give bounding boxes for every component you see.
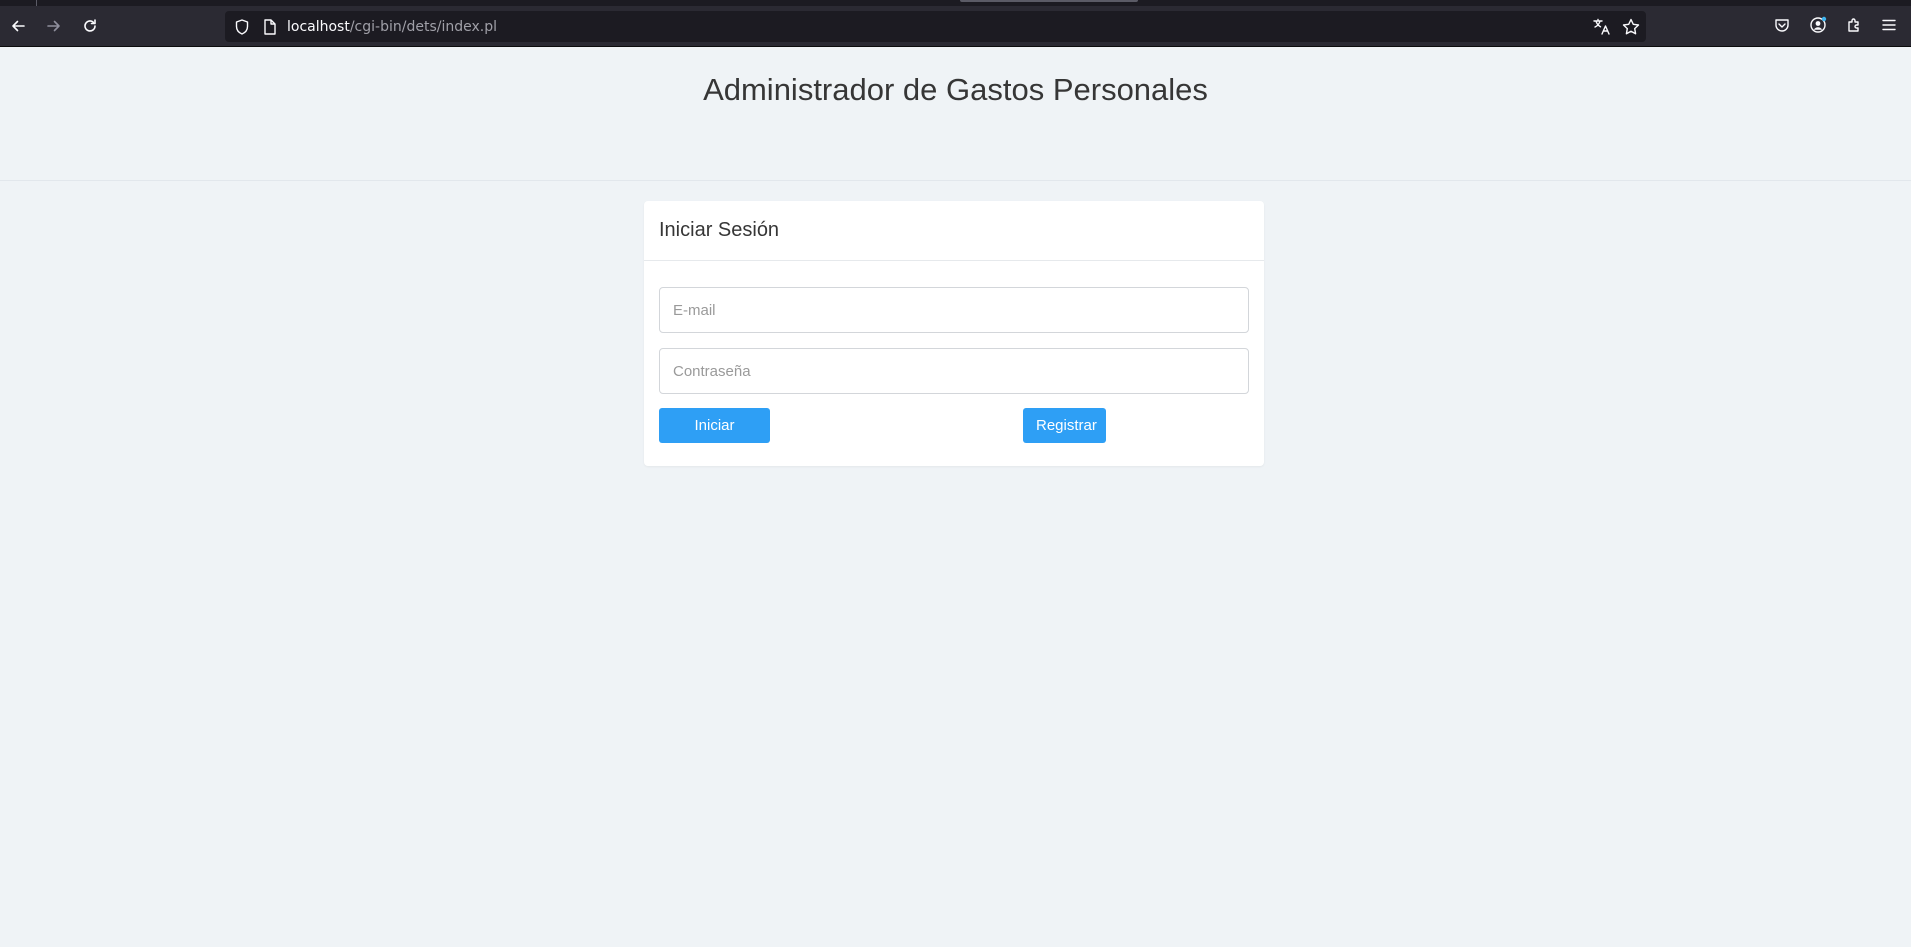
password-field[interactable] (659, 348, 1249, 394)
menu-button[interactable] (1878, 14, 1900, 36)
arrow-left-icon (12, 20, 25, 32)
page-icon[interactable] (262, 18, 278, 36)
reload-button[interactable] (76, 12, 104, 40)
tab-strip (0, 0, 1911, 6)
card-header: Iniciar Sesión (644, 201, 1264, 261)
address-bar[interactable]: localhost/cgi-bin/dets/index.pl (225, 11, 1646, 42)
url-host: localhost (287, 19, 350, 35)
login-button[interactable]: Iniciar Sesión (659, 408, 770, 469)
forward-button[interactable] (40, 12, 68, 40)
translate-icon[interactable] (1592, 17, 1612, 37)
login-card: Iniciar Sesión Iniciar Sesión Registrar (644, 201, 1264, 469)
url-text[interactable]: localhost/cgi-bin/dets/index.pl (287, 18, 497, 36)
account-button[interactable] (1807, 14, 1829, 36)
back-button[interactable] (4, 12, 32, 40)
tab-separator (36, 0, 37, 6)
url-path: /cgi-bin/dets/index.pl (349, 19, 497, 35)
arrow-right-icon (47, 20, 60, 32)
register-button[interactable]: Registrar (1023, 408, 1106, 443)
active-tab-indicator[interactable] (960, 0, 1138, 2)
browser-toolbar: localhost/cgi-bin/dets/index.pl (0, 0, 1911, 47)
pocket-button[interactable] (1771, 14, 1793, 36)
reload-icon (84, 19, 96, 32)
page-title: Administrador de Gastos Personales (703, 72, 1208, 107)
star-icon[interactable] (1621, 17, 1641, 37)
puzzle-icon (1848, 18, 1859, 32)
page-header (0, 48, 1911, 181)
account-icon (1810, 16, 1827, 33)
card-title: Iniciar Sesión (659, 219, 780, 241)
shield-icon[interactable] (233, 18, 251, 36)
pocket-icon (1775, 19, 1789, 32)
hamburger-icon (1882, 19, 1896, 31)
email-field[interactable] (659, 287, 1249, 333)
extensions-button[interactable] (1843, 14, 1865, 36)
